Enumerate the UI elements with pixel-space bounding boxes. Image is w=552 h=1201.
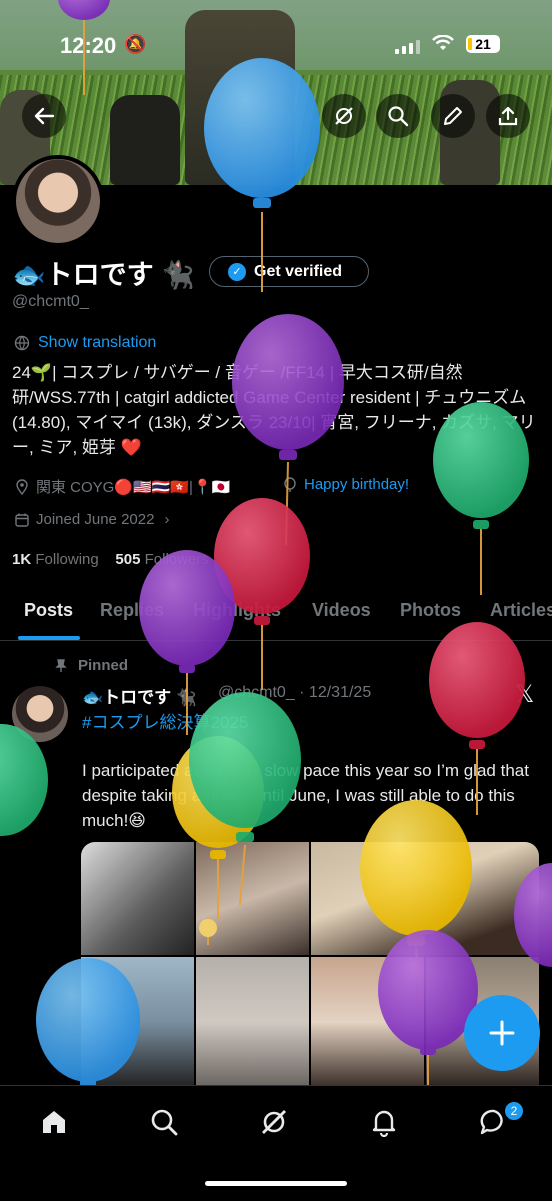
home-indicator [205,1181,347,1186]
explore-icon [151,1109,178,1136]
media-photo[interactable] [311,842,539,955]
birthday-text: Happy birthday! [304,476,410,493]
nav-notifications[interactable] [364,1102,404,1142]
pinned-text: Pinned [78,657,129,674]
back-arrow-icon [34,107,55,125]
post-handle-date: @chcmt0_ · 12/31/25 [218,684,372,701]
nav-home[interactable] [34,1102,74,1142]
status-bar: 12:20 🔕 21 [0,0,552,60]
plus-icon [489,1020,515,1046]
following-link[interactable]: 1K Following [12,551,99,568]
media-photo[interactable] [81,957,194,1087]
post-avatar[interactable] [12,686,68,742]
tab-posts[interactable]: Posts [24,600,73,621]
grok-icon [335,107,353,125]
tab-videos[interactable]: Videos [312,600,371,621]
edit-button[interactable] [431,94,475,138]
location-pin-icon [16,478,28,495]
media-photo[interactable] [311,957,424,1087]
pin-icon [55,658,67,672]
followers-count: 505 [115,551,141,568]
search-button[interactable] [376,94,420,138]
balloon-icon [284,476,296,492]
messages-badge: 2 [503,1100,525,1122]
x-logo-icon: 𝕏 [515,681,535,708]
get-verified-button[interactable]: ✓ Get verified [209,256,369,287]
post-hashtag[interactable]: #コスプレ総決算2025 [82,708,248,733]
signal-icon [395,38,421,54]
status-time: 12:20 [60,33,117,58]
following-label: Following [35,551,99,568]
grok-button[interactable] [322,94,366,138]
calendar-icon [15,513,29,527]
active-tab-indicator [18,636,80,640]
location-text: 関東 COYG🔴🇺🇸🇹🇭🇭🇰|📍🇯🇵 [36,479,231,496]
profile-bio: 24🌱| コスプレ / サバゲー / 音ゲー /FF14 | 早大コス研/自然研… [12,363,536,457]
tab-replies[interactable]: Replies [100,600,164,621]
followers-link[interactable]: 505 Followers [115,551,208,568]
get-verified-label: Get verified [254,262,343,280]
bell-off-icon: 🔕 [124,34,147,54]
notifications-icon [372,1110,396,1137]
profile-location: 関東 COYG🔴🇺🇸🇹🇭🇭🇰|📍🇯🇵 [14,476,230,497]
tab-articles[interactable]: Articles [490,600,552,621]
media-photo[interactable] [81,842,194,955]
following-count: 1K [12,551,32,568]
nav-grok[interactable] [254,1102,294,1142]
show-translation-link[interactable]: Show translation [14,334,156,352]
followers-label: Followers [144,551,209,568]
tab-photos[interactable]: Photos [400,600,461,621]
nav-explore[interactable] [144,1102,184,1142]
back-button[interactable] [22,94,66,138]
grok-icon [262,1110,286,1134]
edit-icon [444,107,462,125]
tab-highlights[interactable]: Highlights [193,600,281,621]
post-text: I participated at a pretty slow pace thi… [82,761,529,830]
profile-handle: @chcmt0_ [12,293,89,310]
media-photo[interactable] [196,842,309,955]
profile-tabs: Posts Replies Highlights Videos Photos A… [0,590,552,641]
follow-stats: 1K Following 505 Followers [12,551,209,568]
profile-birthday: Happy birthday! [282,476,409,493]
media-photo[interactable] [196,957,309,1087]
home-icon [43,1111,65,1133]
chevron-right-icon: › [164,511,170,528]
share-button[interactable] [486,94,530,138]
post-author-name[interactable]: 🐟トロです 🐈‍⬛ [82,683,197,708]
banner-person [110,95,180,185]
verified-badge-icon: ✓ [228,262,246,281]
pinned-label: Pinned [54,657,128,674]
wifi-icon [432,34,454,57]
profile-avatar[interactable] [12,155,104,247]
translate-icon [14,335,30,351]
battery-indicator: 21 [466,35,500,53]
compose-button[interactable] [464,995,540,1071]
joined-text: Joined June 2022 [36,511,155,528]
share-icon [498,106,518,126]
profile-joined: Joined June 2022 › [14,511,169,528]
profile-name: 🐟トロです 🐈‍⬛ [12,260,195,290]
show-translation-label: Show translation [38,334,157,351]
search-icon [388,106,409,127]
